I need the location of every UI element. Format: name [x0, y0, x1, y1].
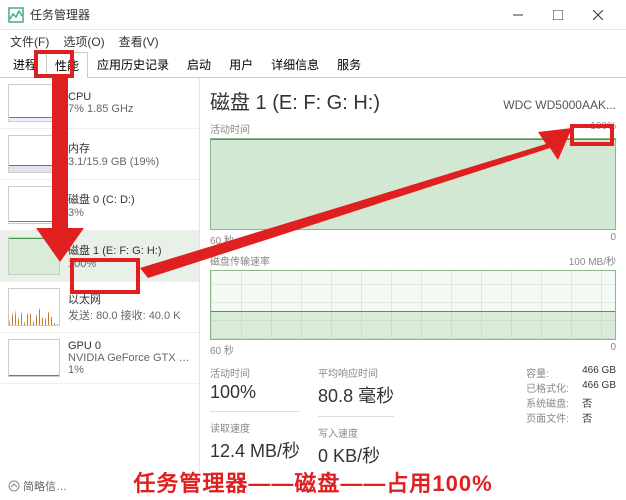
memory-thumbnail	[8, 135, 60, 173]
disk1-sub: 100%	[68, 258, 162, 270]
annotation-caption: 任务管理器——磁盘——占用100%	[0, 466, 626, 498]
tab-startup[interactable]: 启动	[178, 51, 220, 77]
active-value: 100%	[210, 382, 300, 403]
sidebar: CPU7% 1.85 GHz 内存3.1/15.9 GB (19%) 磁盘 0 …	[0, 78, 200, 472]
chart1-xl: 60 秒	[210, 232, 234, 247]
gpu-sub: NVIDIA GeForce GTX …	[68, 352, 190, 364]
write-label: 写入速度	[318, 425, 394, 440]
tab-processes[interactable]: 进程	[4, 51, 46, 77]
tab-app-history[interactable]: 应用历史记录	[88, 51, 178, 77]
cap-k: 容量:	[526, 365, 576, 380]
page-v: 否	[582, 410, 592, 425]
fmt-k: 已格式化:	[526, 380, 576, 395]
disk0-sub: 3%	[68, 207, 135, 219]
cpu-label: CPU	[68, 91, 133, 103]
ethernet-thumbnail	[8, 288, 60, 326]
ethernet-label: 以太网	[68, 291, 181, 307]
cpu-thumbnail	[8, 84, 60, 122]
gpu-label: GPU 0	[68, 340, 190, 352]
read-label: 读取速度	[210, 420, 300, 435]
sidebar-item-cpu[interactable]: CPU7% 1.85 GHz	[0, 78, 199, 129]
cpu-sub: 7% 1.85 GHz	[68, 103, 133, 115]
sidebar-item-disk0[interactable]: 磁盘 0 (C: D:)3%	[0, 180, 199, 231]
chart1-label: 活动时间	[210, 121, 250, 136]
chart2-xl: 60 秒	[210, 342, 234, 357]
tab-services[interactable]: 服务	[328, 51, 370, 77]
resp-label: 平均响应时间	[318, 365, 394, 380]
menubar: 文件(F) 选项(O) 查看(V)	[0, 30, 626, 52]
sidebar-item-ethernet[interactable]: 以太网发送: 80.0 接收: 40.0 K	[0, 282, 199, 333]
disk-title: 磁盘 1 (E: F: G: H:)	[210, 86, 380, 115]
menu-options[interactable]: 选项(O)	[59, 31, 108, 52]
chart2-xr: 0	[610, 342, 616, 357]
content: CPU7% 1.85 GHz 内存3.1/15.9 GB (19%) 磁盘 0 …	[0, 78, 626, 472]
sidebar-item-memory[interactable]: 内存3.1/15.9 GB (19%)	[0, 129, 199, 180]
gpu-extra: 1%	[68, 364, 190, 376]
disk0-label: 磁盘 0 (C: D:)	[68, 191, 135, 207]
menu-view[interactable]: 查看(V)	[115, 31, 163, 52]
tab-users[interactable]: 用户	[220, 51, 262, 77]
memory-label: 内存	[68, 140, 159, 156]
sidebar-item-gpu[interactable]: GPU 0NVIDIA GeForce GTX …1%	[0, 333, 199, 384]
titlebar: 任务管理器	[0, 0, 626, 30]
memory-sub: 3.1/15.9 GB (19%)	[68, 156, 159, 168]
ethernet-sub: 发送: 80.0 接收: 40.0 K	[68, 307, 181, 323]
transfer-chart	[210, 270, 616, 340]
maximize-button[interactable]	[538, 1, 578, 29]
chart1-max: 100%	[590, 121, 616, 136]
minimize-button[interactable]	[498, 1, 538, 29]
taskmgr-icon	[8, 7, 24, 23]
disk0-thumbnail	[8, 186, 60, 224]
write-value: 0 KB/秒	[318, 442, 394, 468]
chart2-max: 100 MB/秒	[569, 253, 616, 268]
page-k: 页面文件:	[526, 410, 576, 425]
chart1-xr: 0	[610, 232, 616, 247]
tab-details[interactable]: 详细信息	[262, 51, 328, 77]
sidebar-item-disk1[interactable]: 磁盘 1 (E: F: G: H:)100%	[0, 231, 199, 282]
active-label: 活动时间	[210, 365, 300, 380]
main-panel: 磁盘 1 (E: F: G: H:) WDC WD5000AAK... 活动时间…	[200, 78, 626, 472]
disk-model: WDC WD5000AAK...	[503, 98, 616, 112]
tabbar: 进程 性能 应用历史记录 启动 用户 详细信息 服务	[0, 52, 626, 78]
chart2-label: 磁盘传输速率	[210, 253, 270, 268]
activity-chart	[210, 138, 616, 230]
sys-v: 否	[582, 395, 592, 410]
window-title: 任务管理器	[30, 6, 498, 23]
menu-file[interactable]: 文件(F)	[6, 31, 53, 52]
sys-k: 系统磁盘:	[526, 395, 576, 410]
cap-v: 466 GB	[582, 365, 616, 380]
resp-value: 80.8 毫秒	[318, 382, 394, 408]
disk1-thumbnail	[8, 237, 60, 275]
stats: 活动时间 100% 读取速度 12.4 MB/秒 平均响应时间 80.8 毫秒 …	[210, 365, 616, 468]
fmt-v: 466 GB	[582, 380, 616, 395]
gpu-thumbnail	[8, 339, 60, 377]
tab-performance[interactable]: 性能	[46, 52, 88, 78]
close-button[interactable]	[578, 1, 618, 29]
disk1-label: 磁盘 1 (E: F: G: H:)	[68, 242, 162, 258]
read-value: 12.4 MB/秒	[210, 437, 300, 463]
